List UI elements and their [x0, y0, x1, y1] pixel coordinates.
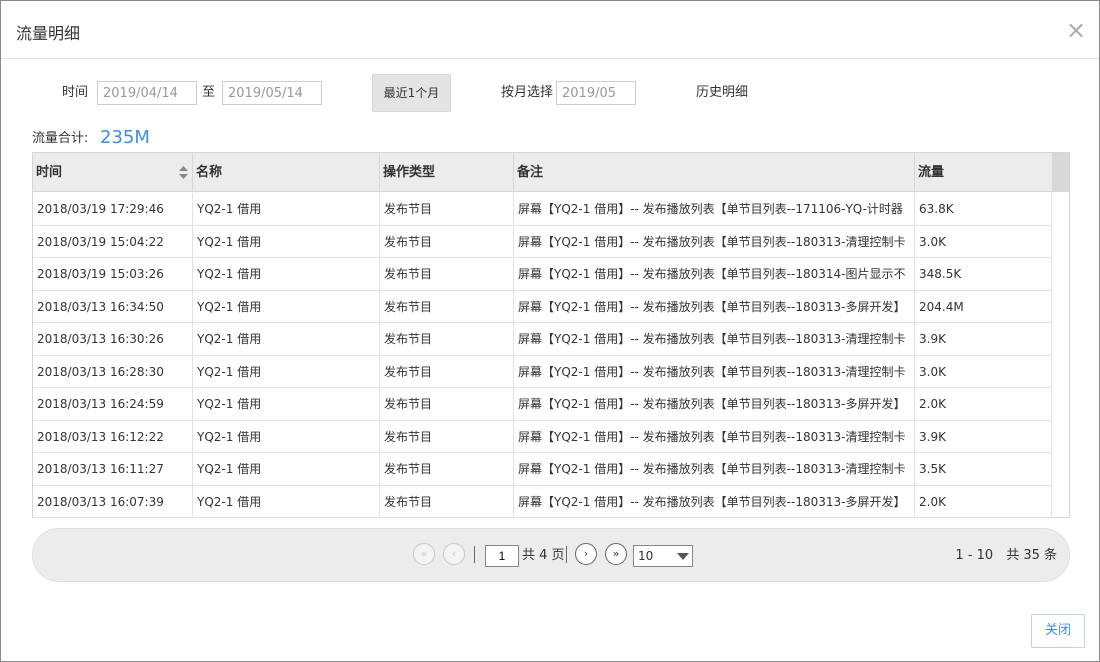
scrollbar-corner: [1052, 153, 1069, 192]
cell-op-type: 发布节目: [380, 258, 514, 290]
cell-traffic: 3.5K: [915, 453, 1052, 485]
cell-op-type: 发布节目: [380, 323, 514, 355]
cell-time: 2018/03/13 16:28:30: [33, 355, 193, 388]
recent-month-button[interactable]: 最近1个月: [372, 74, 451, 112]
table-row[interactable]: 2018/03/13 16:24:59 YQ2-1 借用 发布节目 屏幕【YQ2-1 …: [33, 388, 1052, 421]
close-icon[interactable]: ×: [1066, 18, 1086, 42]
cell-remark: 屏幕【YQ2-1 借用】-- 发布播放列表【单节目列表--180313-清理控制…: [514, 420, 915, 453]
cell-remark: 屏幕【YQ2-1 借用】-- 发布播放列表【单节目列表--180313-多屏开发…: [514, 290, 915, 323]
dialog-header: 流量明细 ×: [1, 1, 1099, 59]
cell-time: 2018/03/13 16:12:22: [33, 420, 193, 453]
traffic-total-label: 流量合计:: [32, 131, 89, 146]
cell-op-type: 发布节目: [380, 453, 514, 485]
cell-remark: 屏幕【YQ2-1 借用】-- 发布播放列表【单节目列表--180313-清理控制…: [514, 453, 915, 485]
cell-time: 2018/03/19 15:04:22: [33, 225, 193, 258]
cell-op-type: 发布节目: [380, 388, 514, 420]
cell-op-type: 发布节目: [380, 420, 514, 453]
column-header-time[interactable]: 时间: [33, 153, 193, 192]
pager-divider: [566, 546, 567, 563]
cell-traffic: 3.0K: [915, 225, 1052, 258]
cell-op-type: 发布节目: [380, 485, 514, 518]
history-detail-link[interactable]: 历史明细: [696, 81, 748, 105]
column-header-traffic[interactable]: 流量: [915, 153, 1052, 192]
traffic-detail-dialog: 流量明细 × 时间 至 最近1个月 按月选择 历史明细 流量合计: 235M 时…: [0, 0, 1100, 662]
end-date-input[interactable]: [222, 81, 322, 105]
cell-name: YQ2-1 借用: [193, 485, 380, 518]
cell-name: YQ2-1 借用: [193, 420, 380, 453]
close-button[interactable]: 关闭: [1031, 614, 1085, 648]
cell-name: YQ2-1 借用: [193, 258, 380, 290]
cell-traffic: 2.0K: [915, 485, 1052, 518]
page-number-input[interactable]: [485, 545, 519, 567]
cell-op-type: 发布节目: [380, 355, 514, 388]
cell-traffic: 3.0K: [915, 355, 1052, 388]
total-pages-text: 共 4 页: [522, 548, 565, 563]
table-header: 时间 名称 操作类型 备注 流量: [33, 153, 1069, 192]
cell-remark: 屏幕【YQ2-1 借用】-- 发布播放列表【单节目列表--180313-多屏开发…: [514, 485, 915, 518]
chevron-down-icon: [677, 553, 689, 560]
cell-time: 2018/03/19 15:03:26: [33, 258, 193, 290]
cell-name: YQ2-1 借用: [193, 290, 380, 323]
sort-icon[interactable]: [179, 166, 188, 179]
month-select-label: 按月选择: [501, 85, 554, 100]
cell-traffic: 204.4M: [915, 290, 1052, 323]
cell-traffic: 348.5K: [915, 258, 1052, 290]
table-row[interactable]: 2018/03/13 16:12:22 YQ2-1 借用 发布节目 屏幕【YQ2-1 …: [33, 420, 1052, 453]
cell-remark: 屏幕【YQ2-1 借用】-- 发布播放列表【单节目列表--180313-清理控制…: [514, 323, 915, 355]
record-range-text: 1 - 10 共 35 条: [955, 548, 1057, 563]
pagination-bar: « ‹ 共 4 页 › » 10 1 - 10 共 35 条: [32, 528, 1070, 582]
start-date-input[interactable]: [97, 81, 197, 105]
table-row[interactable]: 2018/03/19 17:29:46 YQ2-1 借用 发布节目 屏幕【YQ2-1 …: [33, 193, 1052, 226]
cell-op-type: 发布节目: [380, 290, 514, 323]
cell-time: 2018/03/13 16:30:26: [33, 323, 193, 355]
cell-name: YQ2-1 借用: [193, 225, 380, 258]
range-separator: 至: [202, 85, 216, 100]
table-row[interactable]: 2018/03/13 16:28:30 YQ2-1 借用 发布节目 屏幕【YQ2-1 …: [33, 355, 1052, 388]
cell-traffic: 3.9K: [915, 323, 1052, 355]
traffic-total-value: 235M: [100, 127, 150, 148]
cell-time: 2018/03/13 16:11:27: [33, 453, 193, 485]
table-row[interactable]: 2018/03/13 16:34:50 YQ2-1 借用 发布节目 屏幕【YQ2-1 …: [33, 290, 1052, 323]
cell-remark: 屏幕【YQ2-1 借用】-- 发布播放列表【单节目列表--180314-图片显示…: [514, 258, 915, 290]
next-page-icon[interactable]: ›: [575, 543, 597, 565]
table-row[interactable]: 2018/03/13 16:11:27 YQ2-1 借用 发布节目 屏幕【YQ2-1 …: [33, 453, 1052, 486]
table-row[interactable]: 2018/03/13 16:30:26 YQ2-1 借用 发布节目 屏幕【YQ2-1 …: [33, 323, 1052, 356]
last-page-icon[interactable]: »: [605, 543, 627, 565]
time-label: 时间: [62, 85, 89, 100]
first-page-icon[interactable]: «: [413, 543, 435, 565]
table-row[interactable]: 2018/03/19 15:03:26 YQ2-1 借用 发布节目 屏幕【YQ2-1 …: [33, 258, 1052, 291]
cell-name: YQ2-1 借用: [193, 193, 380, 225]
cell-remark: 屏幕【YQ2-1 借用】-- 发布播放列表【单节目列表--180313-清理控制…: [514, 225, 915, 258]
month-input[interactable]: [556, 81, 636, 105]
table-row[interactable]: 2018/03/13 16:07:39 YQ2-1 借用 发布节目 屏幕【YQ2-1 …: [33, 485, 1052, 518]
page-size-select[interactable]: 10: [633, 545, 693, 567]
cell-time: 2018/03/13 16:34:50: [33, 290, 193, 323]
column-header-remark[interactable]: 备注: [514, 153, 915, 192]
column-header-name[interactable]: 名称: [193, 153, 380, 192]
prev-page-icon[interactable]: ‹: [443, 543, 465, 565]
cell-time: 2018/03/13 16:07:39: [33, 485, 193, 518]
cell-time: 2018/03/13 16:24:59: [33, 388, 193, 420]
cell-op-type: 发布节目: [380, 225, 514, 258]
cell-time: 2018/03/19 17:29:46: [33, 193, 193, 225]
cell-remark: 屏幕【YQ2-1 借用】-- 发布播放列表【单节目列表--171106-YQ-计…: [514, 193, 915, 225]
table-row[interactable]: 2018/03/19 15:04:22 YQ2-1 借用 发布节目 屏幕【YQ2-1 …: [33, 225, 1052, 258]
cell-traffic: 63.8K: [915, 193, 1052, 225]
cell-traffic: 2.0K: [915, 388, 1052, 420]
page-size-value: 10: [638, 549, 654, 563]
cell-traffic: 3.9K: [915, 420, 1052, 453]
cell-remark: 屏幕【YQ2-1 借用】-- 发布播放列表【单节目列表--180313-清理控制…: [514, 355, 915, 388]
cell-name: YQ2-1 借用: [193, 323, 380, 355]
cell-name: YQ2-1 借用: [193, 453, 380, 485]
column-header-op-type[interactable]: 操作类型: [380, 153, 514, 192]
dialog-title: 流量明细: [16, 24, 81, 43]
cell-op-type: 发布节目: [380, 193, 514, 225]
cell-name: YQ2-1 借用: [193, 355, 380, 388]
cell-remark: 屏幕【YQ2-1 借用】-- 发布播放列表【单节目列表--180313-多屏开发…: [514, 388, 915, 420]
traffic-table: 时间 名称 操作类型 备注 流量 2018/03/19 17:29:46 YQ2-…: [32, 152, 1070, 518]
pager-divider: [474, 546, 475, 563]
cell-name: YQ2-1 借用: [193, 388, 380, 420]
